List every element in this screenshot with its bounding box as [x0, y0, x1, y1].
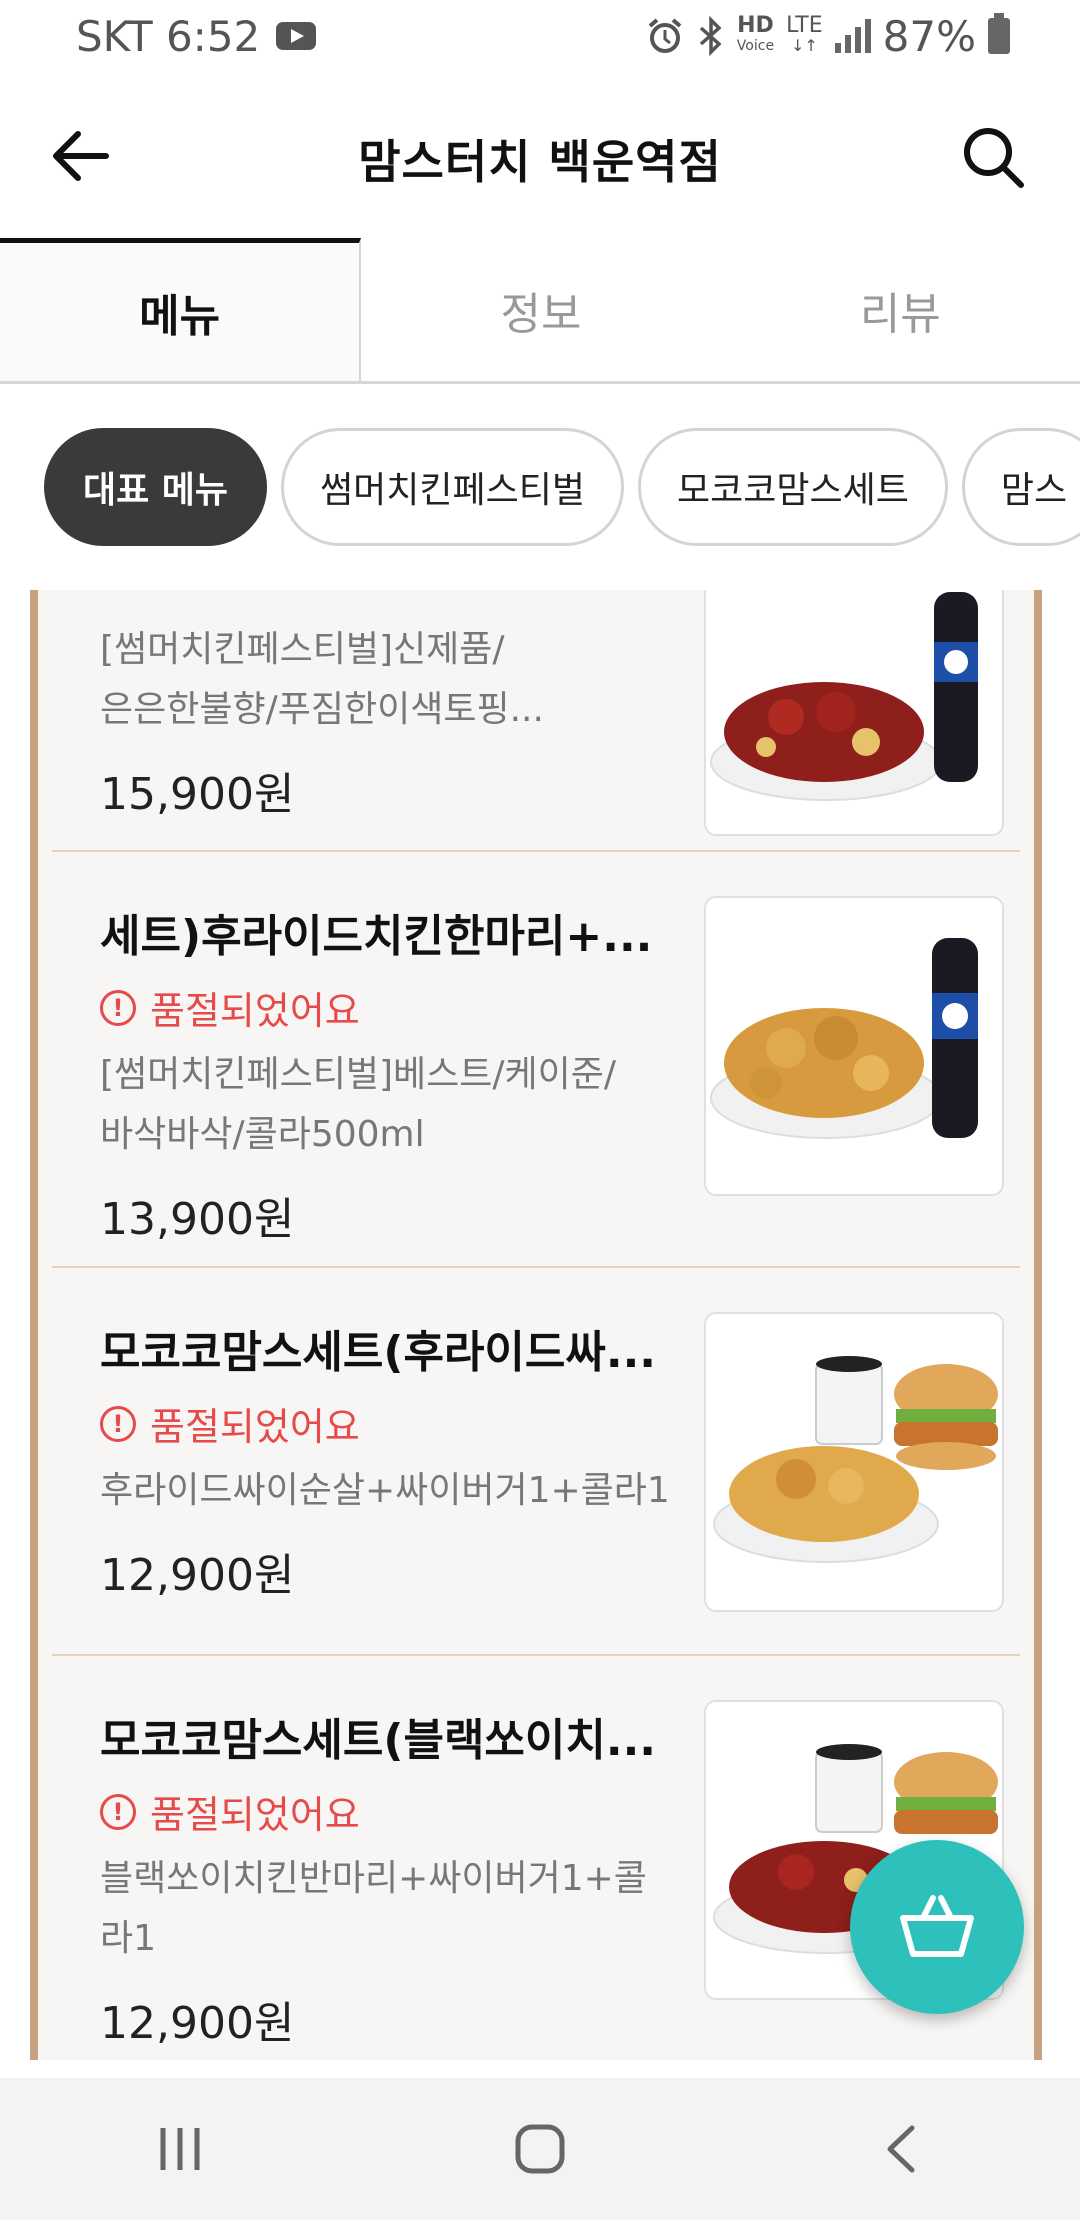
item-image: [704, 1312, 1004, 1612]
item-image: [704, 896, 1004, 1196]
lte-indicator: LTE ↓↑: [786, 13, 823, 56]
page-title: 맘스터치 백운역점: [358, 135, 722, 189]
tab-reviews[interactable]: 리뷰: [721, 238, 1080, 381]
spicy-chicken-cola-image: [710, 592, 978, 801]
menu-frame: [썸머치킨페스티벌]신제품/ 은은한불향/푸짐한이색토핑... 15,900원: [30, 590, 1042, 2060]
item-text: 세트)후라이드치킨한마리+... ! 품절되었어요 [썸머치킨페스티벌]베스트/…: [100, 900, 720, 1247]
item-description: 후라이드싸이순살+싸이버거1+콜라1: [100, 1470, 670, 1511]
chip-mokoko-moms-set[interactable]: 모코코맘스세트: [637, 428, 948, 546]
fried-chicken-burger-image: [713, 1356, 998, 1563]
app-header: 맘스터치 백운역점: [0, 88, 1080, 228]
shopping-basket-icon: [900, 1895, 974, 1957]
system-nav-bar: [0, 2078, 1080, 2220]
item-name: 모코코맘스세트(후라이드싸...: [100, 1327, 657, 1378]
menu-item[interactable]: 모코코맘스세트(블랙쏘이치... ! 품절되었어요 블랙쏘이치킨반마리+싸이버거…: [52, 1654, 1020, 2074]
search-icon: [964, 128, 1024, 188]
cart-button[interactable]: [850, 1840, 1024, 2014]
fried-chicken-cola-image: [710, 938, 978, 1139]
search-button[interactable]: [960, 124, 1030, 194]
status-left: SKT 6:52: [76, 11, 317, 61]
alert-icon: !: [100, 1793, 136, 1830]
carrier-time: SKT 6:52: [76, 11, 261, 61]
status-bar: SKT 6:52 HD Voice LTE ↓↑ 87%: [0, 0, 1080, 72]
youtube-notification-icon: [276, 22, 317, 50]
alert-icon: !: [100, 1405, 136, 1442]
item-description: [썸머치킨페스티벌]베스트/케이준/ 바삭바삭/콜라500ml: [100, 1054, 617, 1155]
home-button[interactable]: [480, 2099, 600, 2199]
menu-item[interactable]: 세트)후라이드치킨한마리+... ! 품절되었어요 [썸머치킨페스티벌]베스트/…: [52, 850, 1020, 1268]
store-tabs: 메뉴 정보 리뷰: [0, 238, 1080, 384]
item-text: 모코코맘스세트(후라이드싸... ! 품절되었어요 후라이드싸이순살+싸이버거1…: [100, 1316, 720, 1603]
soldout-notice: ! 품절되었어요: [100, 1784, 720, 1839]
item-text: [썸머치킨페스티벌]신제품/ 은은한불향/푸짐한이색토핑... 15,900원: [100, 610, 720, 822]
recent-apps-button[interactable]: [120, 2099, 240, 2199]
alert-icon: !: [100, 989, 136, 1026]
hd-voice-indicator: HD Voice: [736, 13, 775, 55]
bluetooth-icon: [699, 16, 722, 56]
nav-back-icon: [887, 2125, 915, 2173]
menu-item[interactable]: 모코코맘스세트(후라이드싸... ! 품절되었어요 후라이드싸이순살+싸이버거1…: [52, 1266, 1020, 1656]
chip-summer-chicken-festival[interactable]: 썸머치킨페스티벌: [281, 428, 624, 546]
nav-back-button[interactable]: [840, 2099, 960, 2199]
item-name: 세트)후라이드치킨한마리+...: [100, 911, 653, 962]
item-name: 모코코맘스세트(블랙쏘이치...: [100, 1715, 657, 1766]
item-description: [썸머치킨페스티벌]신제품/ 은은한불향/푸짐한이색토핑...: [100, 629, 544, 730]
battery-icon: [988, 13, 1010, 54]
item-price: 13,900원: [100, 1194, 295, 1245]
item-image: [704, 590, 1004, 836]
item-price: 12,900원: [100, 1998, 295, 2049]
recent-apps-icon: [160, 2128, 200, 2170]
signal-icon: [834, 19, 871, 53]
chip-featured-menu[interactable]: 대표 메뉴: [44, 428, 268, 546]
status-right: HD Voice LTE ↓↑ 87%: [645, 12, 1010, 61]
soldout-notice: ! 품절되었어요: [100, 980, 720, 1035]
item-price: 15,900원: [100, 769, 295, 820]
soldout-notice: ! 품절되었어요: [100, 1396, 720, 1451]
tab-info[interactable]: 정보: [361, 238, 720, 381]
item-text: 모코코맘스세트(블랙쏘이치... ! 품절되었어요 블랙쏘이치킨반마리+싸이버거…: [100, 1704, 720, 2051]
category-chips: 대표 메뉴 썸머치킨페스티벌 모코코맘스세트 맘스: [44, 428, 1080, 550]
alarm-icon: [648, 18, 682, 53]
home-icon: [515, 2124, 565, 2174]
menu-item[interactable]: [썸머치킨페스티벌]신제품/ 은은한불향/푸짐한이색토핑... 15,900원: [52, 590, 1020, 852]
item-description: 블랙쏘이치킨반마리+싸이버거1+콜 라1: [100, 1858, 647, 1959]
chip-moms[interactable]: 맘스: [961, 428, 1080, 546]
tab-menu[interactable]: 메뉴: [0, 238, 362, 381]
item-price: 12,900원: [100, 1550, 295, 1601]
battery-percent: 87%: [882, 11, 976, 61]
